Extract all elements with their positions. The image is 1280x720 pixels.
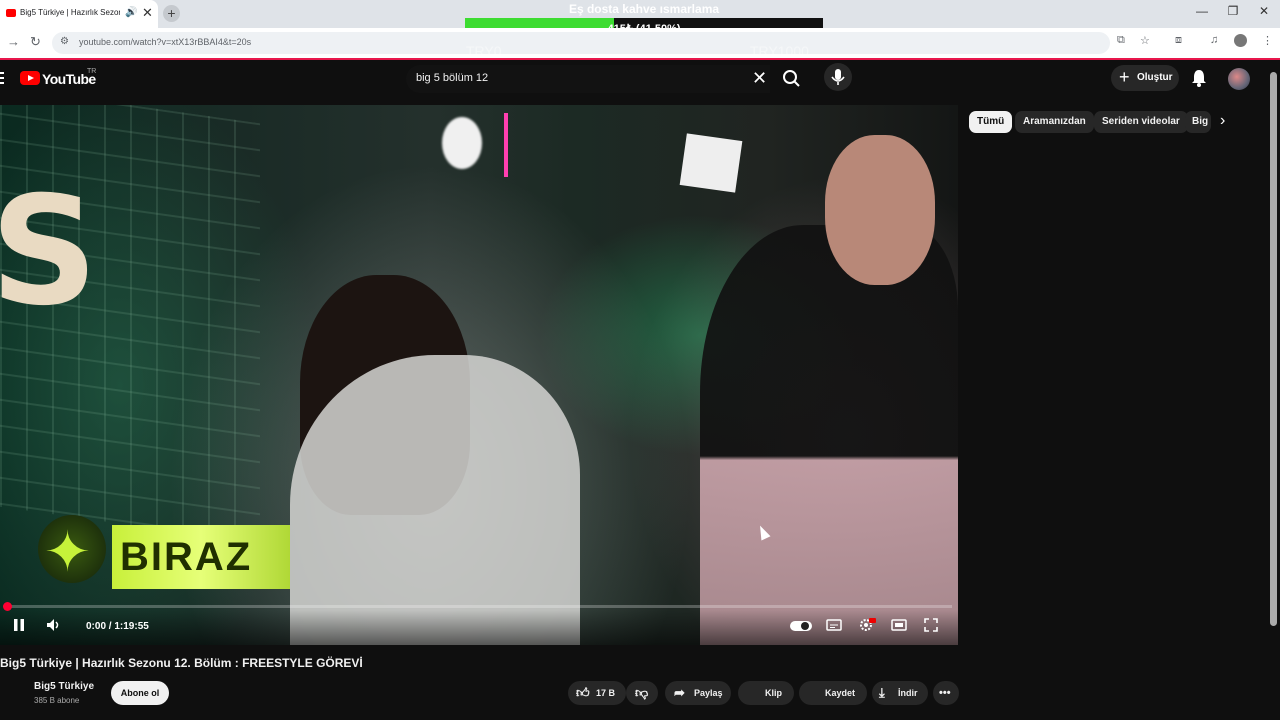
subscribe-button[interactable]: Abone ol	[111, 681, 169, 705]
fullscreen-icon	[924, 618, 938, 632]
browser-menu-icon[interactable]: ⋮	[1262, 34, 1273, 47]
plus-icon: +	[1119, 67, 1130, 87]
more-horizontal-icon: •••	[939, 687, 951, 699]
bookmark-star-icon[interactable]: ☆	[1140, 34, 1150, 47]
time-display: 0:00 / 1:19:55	[86, 621, 149, 632]
save-label: Kaydet	[825, 688, 856, 698]
notifications-button[interactable]	[1190, 68, 1208, 93]
video-banner-text: BIRAZ	[120, 535, 253, 579]
dislike-button[interactable]: 👎︎	[626, 681, 658, 705]
clear-search-icon[interactable]: ✕	[752, 68, 767, 89]
video-frame-person-left	[290, 355, 580, 645]
like-button[interactable]: 👍︎ 17 B	[568, 681, 626, 705]
volume-icon	[47, 619, 59, 631]
browser-tab[interactable]: Big5 Türkiye | Hazırlık Sezon 🔊 ✕	[0, 0, 158, 28]
subtitles-button[interactable]	[826, 618, 842, 635]
youtube-logo-icon[interactable]	[20, 71, 40, 85]
search-button[interactable]	[774, 65, 810, 93]
forward-icon[interactable]: →	[7, 34, 20, 49]
video-player[interactable]: S ✦ BIRAZ 0:00 / 1:19:55	[0, 105, 958, 645]
share-button[interactable]: ➦ Paylaş	[665, 681, 731, 705]
youtube-header: YouTube TR big 5 bölüm 12 ✕ + Oluştur	[0, 60, 1280, 100]
youtube-favicon-icon	[6, 9, 16, 17]
video-title: Big5 Türkiye | Hazırlık Sezonu 12. Bölüm…	[0, 656, 363, 670]
download-button[interactable]: ⤓ İndir	[872, 681, 928, 705]
donation-min-label: TRY0	[466, 43, 502, 59]
search-input[interactable]: big 5 bölüm 12	[416, 72, 488, 84]
video-frame-letter: S	[0, 165, 99, 339]
save-button[interactable]: Kaydet	[799, 681, 867, 705]
fullscreen-button[interactable]	[924, 618, 938, 635]
audio-playing-icon[interactable]: 🔊	[125, 7, 137, 18]
search-icon	[783, 70, 800, 87]
new-tab-button[interactable]: +	[163, 5, 180, 22]
download-label: İndir	[898, 688, 918, 698]
media-control-icon[interactable]: ♫	[1210, 34, 1218, 46]
close-window-icon[interactable]: ✕	[1254, 4, 1274, 18]
extensions-icon[interactable]: ⧈	[1175, 34, 1182, 47]
bell-icon	[1192, 70, 1206, 87]
microphone-icon	[831, 69, 845, 85]
video-frame-panel	[679, 133, 743, 193]
chip-from-search[interactable]: Aramanızdan	[1015, 111, 1094, 133]
thumbs-up-icon: 👍︎	[576, 685, 590, 700]
tab-title: Big5 Türkiye | Hazırlık Sezon	[20, 8, 120, 17]
create-button[interactable]: + Oluştur	[1111, 65, 1179, 91]
chevron-right-icon[interactable]: ›	[1220, 112, 1225, 130]
more-actions-button[interactable]: •••	[933, 681, 959, 705]
account-avatar[interactable]	[1228, 68, 1250, 90]
pause-icon	[14, 619, 24, 631]
video-frame-light	[442, 117, 482, 169]
subtitles-icon	[826, 619, 842, 631]
close-tab-icon[interactable]: ✕	[142, 5, 153, 21]
create-label: Oluştur	[1137, 72, 1173, 83]
hamburger-menu-icon[interactable]	[0, 72, 4, 84]
voice-search-button[interactable]	[824, 63, 852, 91]
clip-label: Klip	[765, 688, 782, 698]
url-text[interactable]: youtube.com/watch?v=xtX13rBBAI4&t=20s	[79, 37, 251, 47]
donation-title: Eş dosta kahve ısmarlama	[568, 2, 720, 16]
donation-max-label: TRY1000	[750, 43, 809, 59]
theater-mode-button[interactable]	[891, 618, 907, 635]
page-scrollbar[interactable]	[1270, 72, 1277, 626]
autoplay-toggle[interactable]	[790, 619, 812, 635]
theater-icon	[891, 619, 907, 631]
like-count: 17 B	[596, 688, 616, 698]
minimize-icon[interactable]: —	[1192, 4, 1212, 18]
chip-all[interactable]: Tümü	[969, 111, 1013, 133]
site-info-icon[interactable]: ⚙	[60, 36, 69, 47]
omnibox[interactable]: ⚙ youtube.com/watch?v=xtX13rBBAI4&t=20s	[52, 32, 1110, 54]
country-code: TR	[87, 68, 97, 75]
chip-series-videos[interactable]: Seriden videolar	[1094, 111, 1188, 133]
volume-button[interactable]	[46, 618, 62, 635]
share-icon: ➦	[674, 685, 685, 700]
chip-big[interactable]: Big	[1185, 111, 1211, 133]
profile-icon[interactable]	[1234, 34, 1247, 47]
gear-icon	[860, 618, 876, 631]
video-text-banner: BIRAZ	[112, 525, 290, 589]
channel-name[interactable]: Big5 Türkiye	[34, 681, 94, 692]
address-bar-row: → ↻ ⚙ youtube.com/watch?v=xtX13rBBAI4&t=…	[0, 28, 1280, 58]
restore-icon[interactable]: ❐	[1223, 4, 1243, 18]
settings-button[interactable]	[858, 618, 876, 635]
thumbs-down-icon: 👎︎	[635, 685, 649, 700]
subscriber-count: 385 B abone	[34, 696, 80, 705]
player-controls: 0:00 / 1:19:55	[0, 610, 958, 645]
share-label: Paylaş	[694, 688, 723, 698]
pause-button[interactable]	[12, 618, 26, 635]
video-frame-face	[825, 135, 935, 285]
clip-button[interactable]: Klip	[738, 681, 794, 705]
autoplay-icon	[790, 621, 812, 631]
video-frame-person-right	[700, 225, 958, 645]
video-progress-bar[interactable]	[6, 605, 952, 608]
search-box[interactable]: big 5 bölüm 12 ✕	[406, 65, 770, 93]
install-app-icon[interactable]: ⧉	[1117, 34, 1125, 47]
sparkle-icon: ✦	[44, 520, 91, 583]
video-frame-neon	[504, 113, 508, 177]
download-icon: ⤓	[879, 685, 885, 700]
reload-icon[interactable]: ↻	[30, 34, 41, 50]
